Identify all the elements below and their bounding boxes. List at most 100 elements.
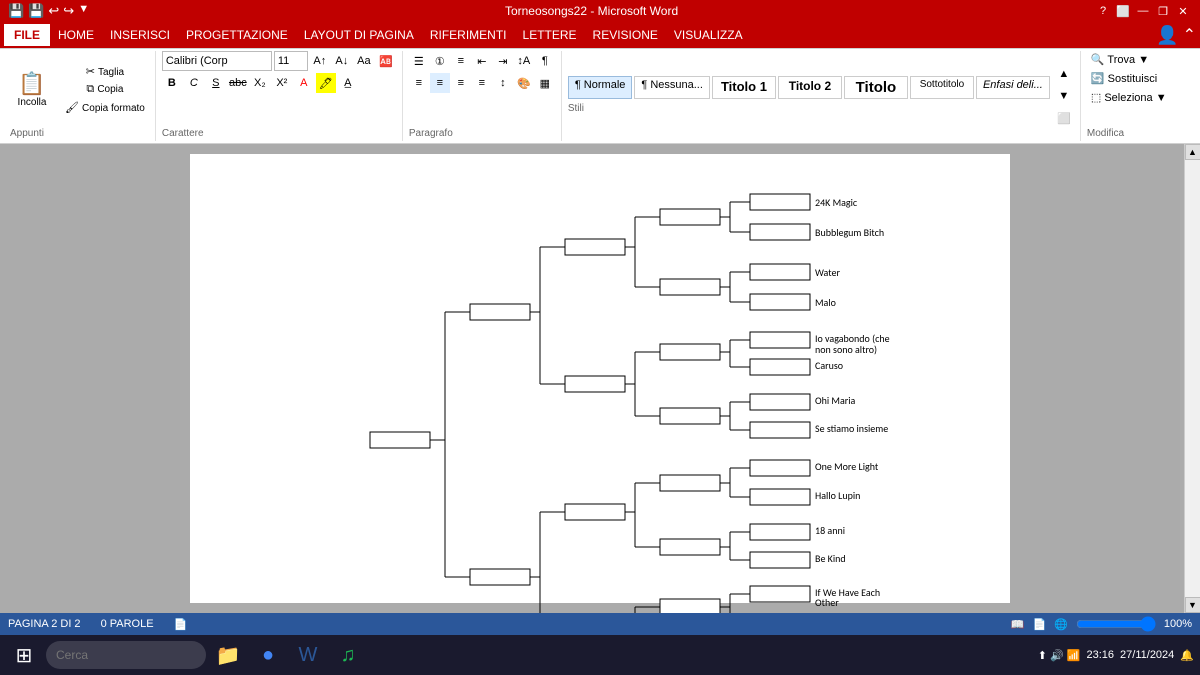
superscript-button[interactable]: X²: [272, 73, 292, 93]
find-button[interactable]: 🔍 Trova ▼: [1087, 51, 1153, 68]
clear-format-button[interactable]: 🆎: [376, 51, 396, 71]
menu-revisione[interactable]: REVISIONE: [585, 24, 666, 46]
style-emphasis[interactable]: Enfasi deli...: [976, 76, 1050, 99]
increase-indent-button[interactable]: ⇥: [493, 51, 513, 71]
zoom-slider[interactable]: [1076, 616, 1156, 632]
svg-text:Water: Water: [815, 266, 840, 279]
window-title: Torneosongs22 - Microsoft Word: [89, 4, 1094, 18]
bracket-svg: 24K Magic Bubblegum Bitch Water Malo Io …: [220, 184, 980, 613]
taskbar-chrome[interactable]: ●: [250, 637, 286, 673]
decrease-indent-button[interactable]: ⇤: [472, 51, 492, 71]
menu-lettere[interactable]: LETTERE: [515, 24, 585, 46]
justify-button[interactable]: ≡: [472, 73, 492, 93]
strikethrough-button[interactable]: abc: [228, 73, 248, 93]
font-color-button[interactable]: A: [294, 73, 314, 93]
svg-text:If We Have Each: If We Have Each: [815, 586, 880, 599]
highlight-button[interactable]: 🖊: [316, 73, 336, 93]
bold-button[interactable]: B: [162, 73, 182, 93]
line-spacing-button[interactable]: ↕: [493, 73, 513, 93]
bullets-button[interactable]: ☰: [409, 51, 429, 71]
minimize-btn[interactable]: —: [1134, 2, 1152, 20]
styles-scroll-up-button[interactable]: ▲: [1054, 64, 1074, 84]
customize-icon: ▼: [78, 3, 89, 19]
menu-visualizza[interactable]: VISUALIZZA: [666, 24, 751, 46]
borders-button[interactable]: ▦: [535, 73, 555, 93]
taskbar-spotify[interactable]: ♫: [330, 637, 366, 673]
menu-progettazione[interactable]: PROGETTAZIONE: [178, 24, 296, 46]
cut-button[interactable]: ✂ Taglia: [61, 63, 149, 80]
shading-button[interactable]: A̲: [338, 73, 358, 93]
change-case-button[interactable]: Aa: [354, 51, 374, 71]
bracket-container: 24K Magic Bubblegum Bitch Water Malo Io …: [220, 184, 980, 613]
styles-expand-button[interactable]: ⬜: [1054, 108, 1074, 128]
style-no-spacing[interactable]: ¶ Nessuna...: [634, 76, 710, 99]
format-painter-button[interactable]: 🖌 Copia formato: [61, 99, 149, 116]
ribbon-styles-group: ¶ Normale ¶ Nessuna... Titolo 1 Titolo 2…: [562, 51, 1081, 141]
scroll-up-arrow[interactable]: ▲: [1185, 144, 1200, 160]
read-mode-icon[interactable]: 📖: [1011, 618, 1025, 631]
align-left-button[interactable]: ≡: [409, 73, 429, 93]
ribbon-paragraph-group: ☰ ① ≡ ⇤ ⇥ ↕A ¶ ≡ ≡ ≡ ≡ ↕ 🎨 ▦ Paragrafo: [403, 51, 562, 141]
undo-icon: ↩: [48, 3, 59, 19]
paste-button[interactable]: 📋 Incolla: [10, 68, 54, 111]
cut-label: Taglia: [98, 67, 124, 78]
replace-button[interactable]: 🔄 Sostituisci: [1087, 70, 1161, 87]
align-center-button[interactable]: ≡: [430, 73, 450, 93]
styles-scroll-down-button[interactable]: ▼: [1054, 86, 1074, 106]
scrollbar-right[interactable]: ▲ ▼: [1184, 144, 1200, 613]
paragraph-label: Paragrafo: [409, 128, 453, 141]
menu-riferimenti[interactable]: RIFERIMENTI: [422, 24, 515, 46]
menu-file[interactable]: FILE: [4, 24, 50, 46]
underline-button[interactable]: S: [206, 73, 226, 93]
select-button[interactable]: ⬚ Seleziona ▼: [1087, 89, 1171, 106]
style-h1[interactable]: Titolo 1: [712, 76, 776, 99]
style-h2[interactable]: Titolo 2: [778, 76, 842, 99]
save-icon: 💾: [28, 3, 44, 19]
font-name-input[interactable]: [162, 51, 272, 71]
format-painter-label: Copia formato: [82, 103, 145, 114]
print-layout-icon[interactable]: 📄: [1032, 618, 1046, 631]
align-right-button[interactable]: ≡: [451, 73, 471, 93]
page-info: PAGINA 2 DI 2: [8, 618, 81, 630]
style-normal[interactable]: ¶ Normale: [568, 76, 633, 99]
taskbar-search[interactable]: [46, 641, 206, 669]
ribbon-toggle-btn[interactable]: ⬜: [1114, 2, 1132, 20]
copy-button[interactable]: ⧉ Copia: [61, 81, 149, 98]
svg-text:One More Light: One More Light: [815, 460, 879, 473]
clipboard-label: Appunti: [10, 128, 44, 141]
close-btn[interactable]: ✕: [1174, 2, 1192, 20]
paste-icon: 📋: [18, 71, 45, 97]
scroll-down-arrow[interactable]: ▼: [1185, 597, 1200, 613]
style-title[interactable]: Titolo: [844, 76, 908, 99]
copy-label: Copia: [97, 84, 123, 95]
help-btn[interactable]: ?: [1094, 2, 1112, 20]
sort-button[interactable]: ↕A: [514, 51, 534, 71]
word-icon: 💾: [8, 3, 24, 19]
shading-para-button[interactable]: 🎨: [514, 73, 534, 93]
ribbon-editing-group: 🔍 Trova ▼ 🔄 Sostituisci ⬚ Seleziona ▼ Mo…: [1081, 51, 1177, 141]
taskbar-file-explorer[interactable]: 📁: [210, 637, 246, 673]
ribbon-collapse-btn[interactable]: ⌃: [1183, 25, 1196, 45]
web-layout-icon[interactable]: 🌐: [1054, 618, 1068, 631]
pilcrow-button[interactable]: ¶: [535, 51, 555, 71]
subscript-button[interactable]: X₂: [250, 73, 270, 93]
taskbar-word[interactable]: W: [290, 637, 326, 673]
taskbar-time: 23:16: [1087, 649, 1115, 661]
restore-btn[interactable]: ❐: [1154, 2, 1172, 20]
word-count: 0 PAROLE: [101, 618, 154, 630]
menu-inserisci[interactable]: INSERISCI: [102, 24, 178, 46]
menu-home[interactable]: HOME: [50, 24, 102, 46]
font-shrink-button[interactable]: A↓: [332, 51, 352, 71]
numbering-button[interactable]: ①: [430, 51, 450, 71]
italic-button[interactable]: C: [184, 73, 204, 93]
style-subtitle[interactable]: Sottotitolo: [910, 76, 974, 99]
font-size-input[interactable]: [274, 51, 308, 71]
document-page: 24K Magic Bubblegum Bitch Water Malo Io …: [190, 154, 1010, 603]
svg-text:Se stiamo insieme: Se stiamo insieme: [815, 422, 888, 435]
paste-label: Incolla: [18, 97, 47, 108]
notification-icon[interactable]: 🔔: [1180, 649, 1194, 662]
multilevel-button[interactable]: ≡: [451, 51, 471, 71]
menu-layout[interactable]: LAYOUT DI PAGINA: [296, 24, 422, 46]
font-grow-button[interactable]: A↑: [310, 51, 330, 71]
start-button[interactable]: ⊞: [6, 637, 42, 673]
